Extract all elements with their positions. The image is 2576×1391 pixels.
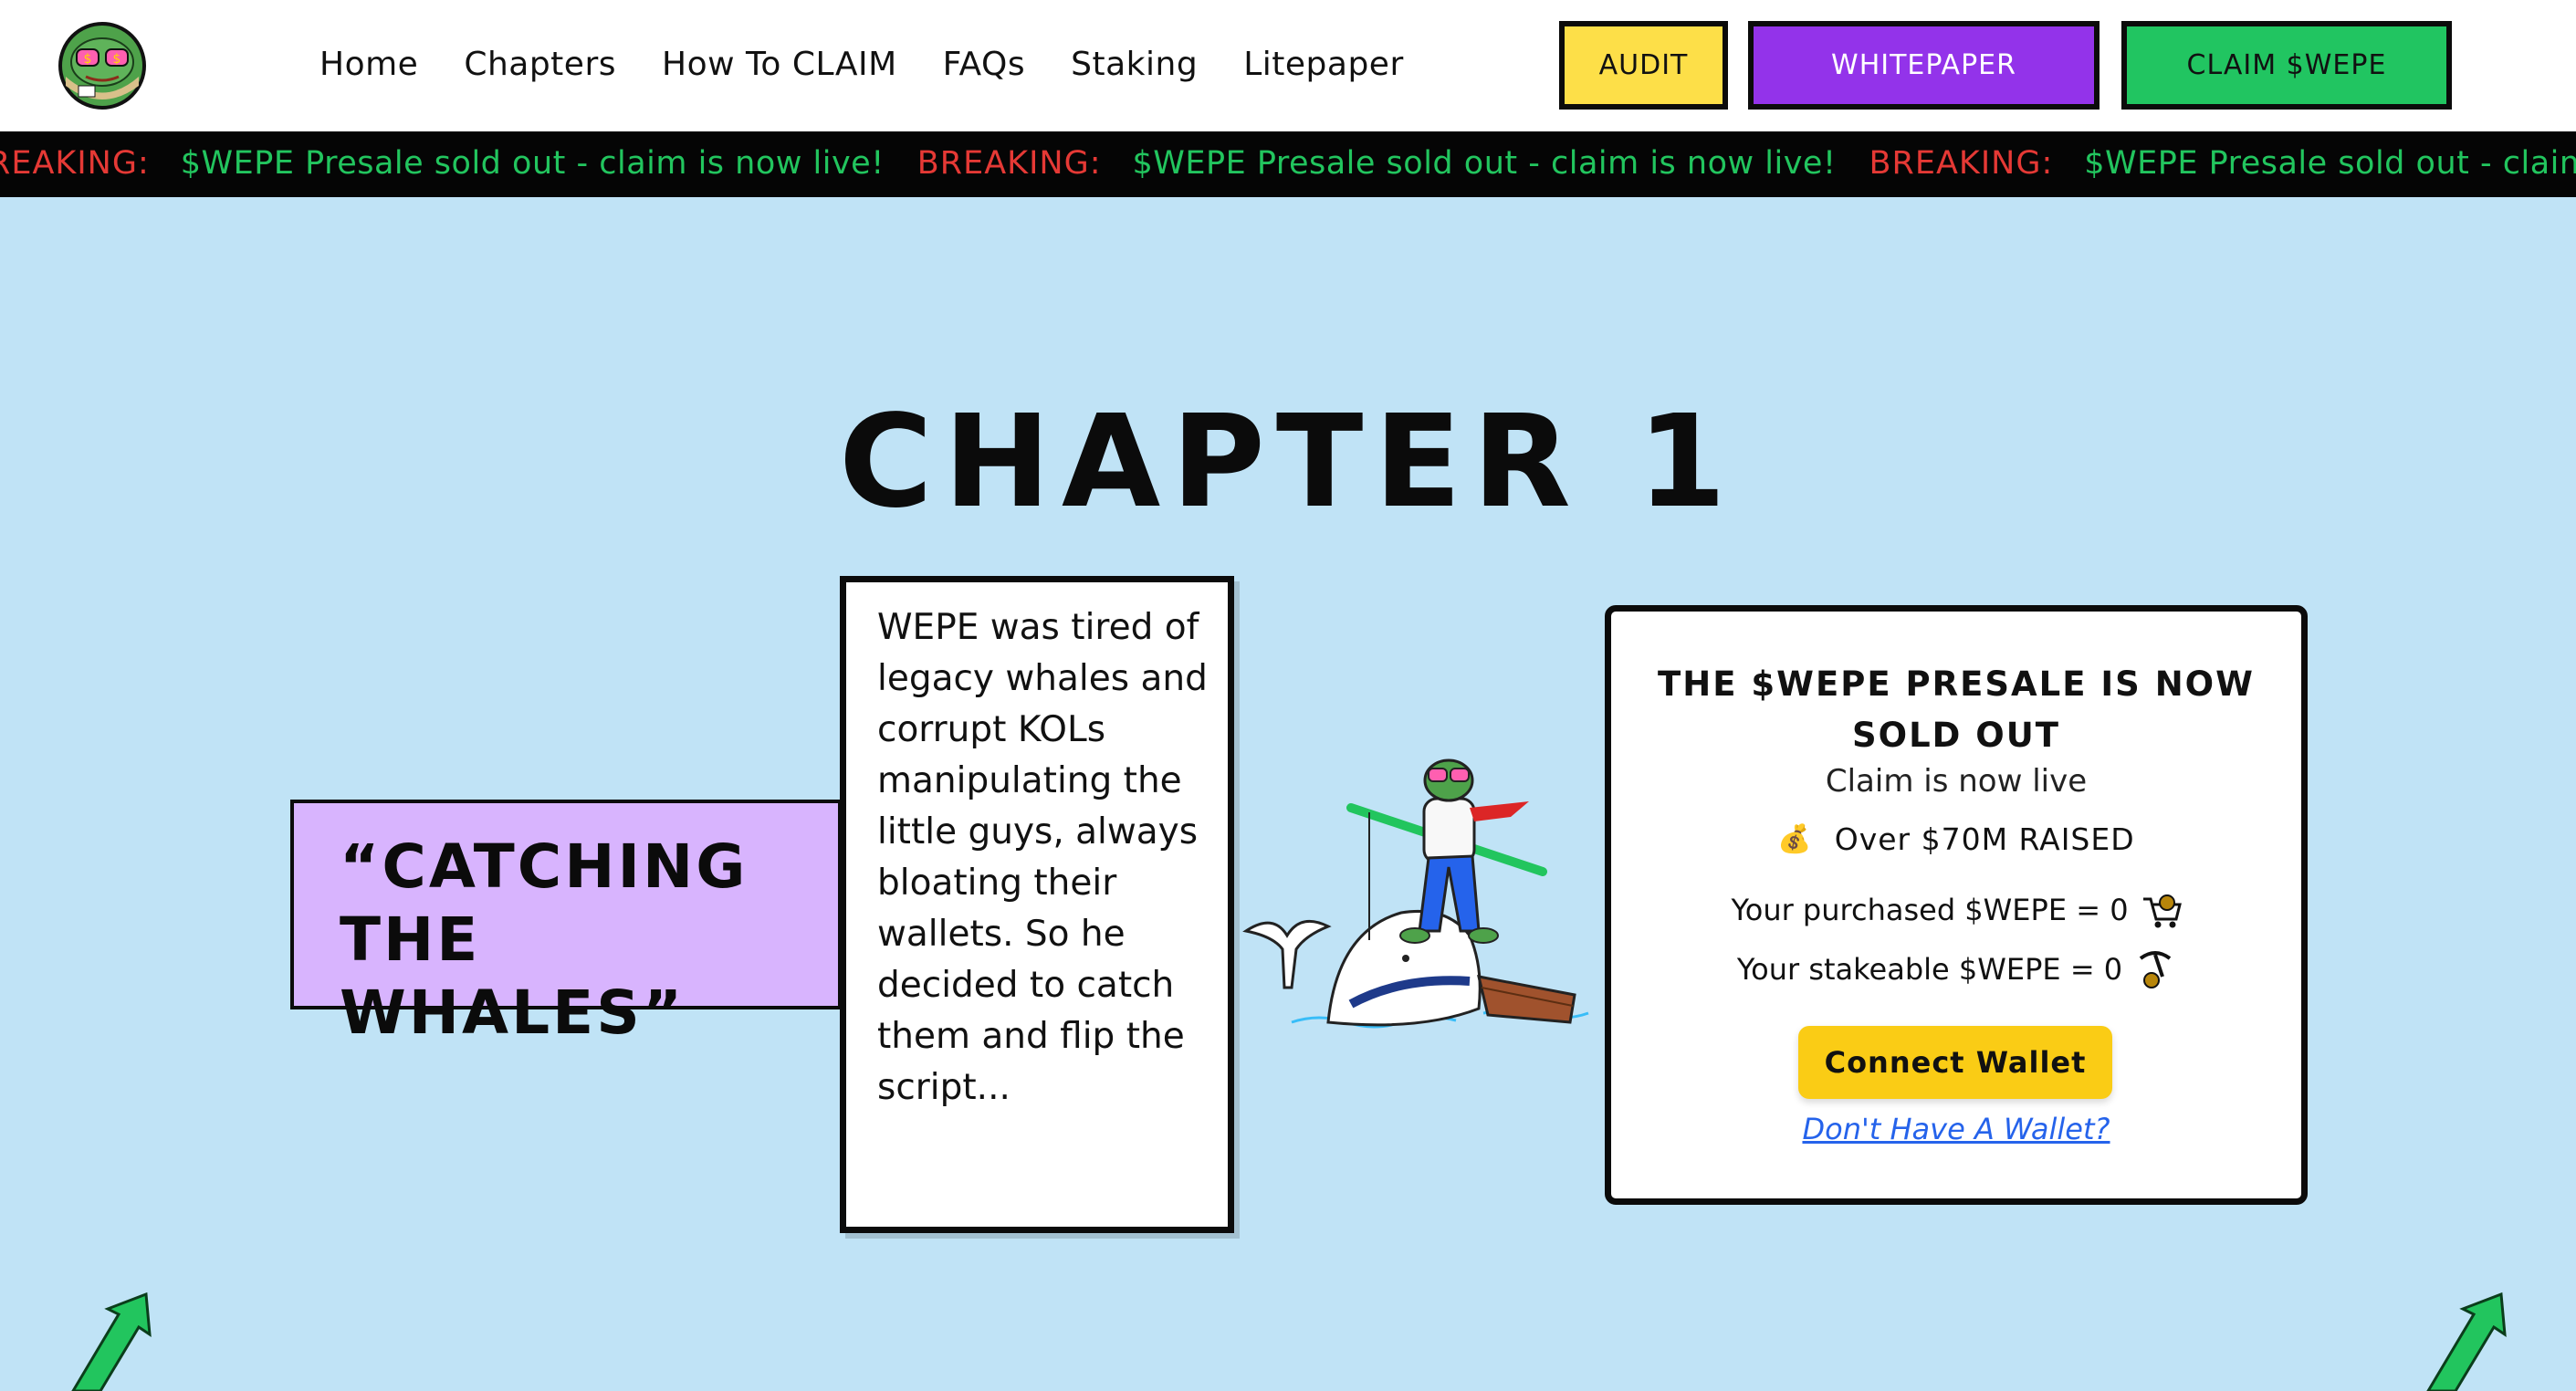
ticker-item: BREAKING: $WEPE Presale sold out - claim… [0,141,885,186]
money-bag-icon: 💰 [1777,823,1813,855]
green-arrow-up-icon [71,1292,152,1391]
stakeable-row: Your stakeable $WEPE = 0 [1611,949,2301,989]
nav-litepaper[interactable]: Litepaper [1243,46,1404,83]
presale-card: THE $WEPE PRESALE IS NOW SOLD OUT Claim … [1605,605,2308,1205]
ticker-message: $WEPE Presale sold out - claim is now li… [1132,145,1837,182]
nav-home[interactable]: Home [319,46,418,83]
main-nav: Home Chapters How To CLAIM FAQs Staking … [319,37,1450,91]
chapter-title: CHAPTER 1 [839,388,1737,537]
ticker-tag: BREAKING: [1869,145,2054,182]
raised-amount-text: Over $70M RAISED [1834,821,2135,857]
presale-card-subtitle: Claim is now live [1825,763,2088,800]
presale-card-title: THE $WEPE PRESALE IS NOW SOLD OUT [1658,664,2255,755]
svg-text:$: $ [84,52,92,67]
nav-how-to-claim[interactable]: How To CLAIM [662,46,897,83]
whitepaper-button[interactable]: WHITEPAPER [1748,21,2100,110]
ticker-item: BREAKING: $WEPE Presale sold out - claim… [917,141,1837,186]
chapter-quote: “CATCHING THE WHALES” [340,831,749,1048]
site-header: $ $ Home Chapters How To CLAIM FAQs Stak… [0,0,2576,131]
ticker-message: $WEPE Presale sold out - claim is now li… [2084,145,2576,182]
stakeable-amount: Your stakeable $WEPE = 0 [1736,952,2123,987]
nav-faqs[interactable]: FAQs [943,46,1026,83]
chapter-story-text: WEPE was tired of legacy whales and corr… [877,607,1208,1108]
svg-text:$: $ [113,52,121,67]
no-wallet-link[interactable]: Don't Have A Wallet? [1611,1112,2301,1146]
chapter-story-box: WEPE was tired of legacy whales and corr… [840,576,1234,1233]
purchased-amount: Your purchased $WEPE = 0 [1731,893,2129,927]
claim-wepe-button[interactable]: CLAIM $WEPE [2121,21,2452,110]
frog-whale-illustration [1242,758,1589,1029]
chapter-quote-box: “CATCHING THE WHALES” [290,800,842,1048]
pickaxe-coin-icon [2139,951,2172,988]
nav-chapters[interactable]: Chapters [464,46,616,83]
green-arrow-up-icon [2426,1292,2507,1391]
audit-button[interactable]: AUDIT [1559,21,1728,110]
ticker-tag: BREAKING: [916,145,1102,182]
shopping-cart-icon [2142,894,2182,928]
ticker-message: $WEPE Presale sold out - claim is now li… [180,145,885,182]
nav-staking[interactable]: Staking [1071,46,1198,83]
breaking-news-ticker: BREAKING: $WEPE Presale sold out - claim… [0,131,2576,197]
raised-amount: 💰 Over $70M RAISED [1611,821,2301,857]
frog-logo-icon[interactable]: $ $ [57,22,148,110]
connect-wallet-button[interactable]: Connect Wallet [1798,1026,2112,1099]
purchased-row: Your purchased $WEPE = 0 [1611,890,2301,930]
ticker-item: BREAKING: $WEPE Presale sold out - claim… [1869,141,2576,186]
ticker-tag: BREAKING: [0,145,150,182]
